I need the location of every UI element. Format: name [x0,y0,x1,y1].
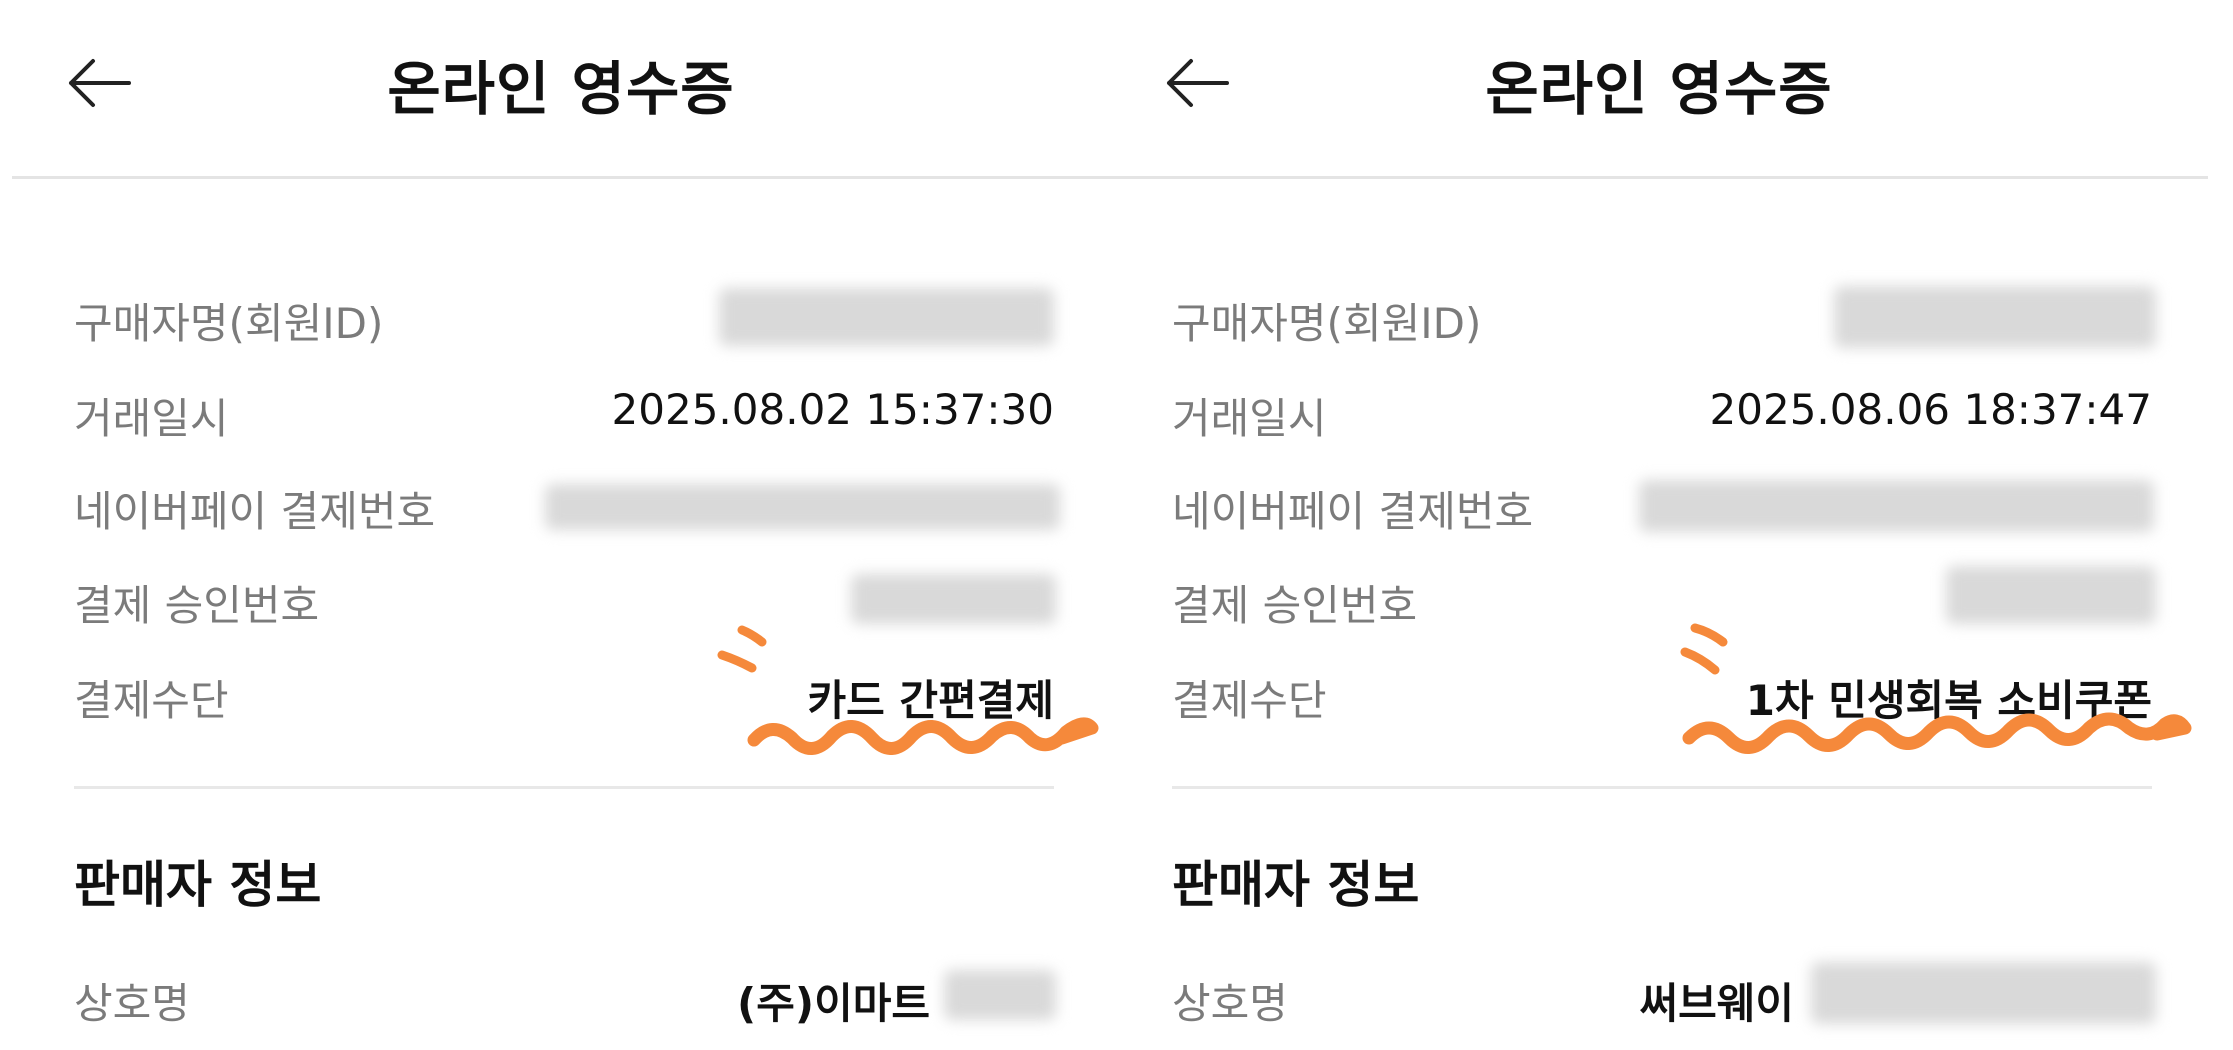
naverpay-label: 네이버페이 결제번호 [1172,487,1534,536]
naverpay-row: 네이버페이 결제번호 [1172,478,2154,538]
method-label: 결제수단 [74,676,229,725]
naverpay-number-redacted [1639,480,2154,532]
naverpay-row: 네이버페이 결제번호 [74,478,1060,538]
buyer-redacted [719,288,1054,346]
buyer-redacted [1834,286,2156,348]
section-divider [74,786,1054,789]
receipt-panel-2: 온라인 영수증 구매자명(회원ID) 거래일시 2025.08.06 18:37… [1110,0,2208,1050]
header-divider [1110,176,2208,179]
approval-label: 결제 승인번호 [1172,581,1418,630]
annotation-squiggle [1680,623,2192,754]
company-redacted [944,970,1056,1020]
approval-number-redacted [851,574,1056,624]
datetime-row: 거래일시 2025.08.06 18:37:47 [1172,385,2152,445]
page-title: 온라인 영수증 [1485,55,1833,123]
datetime-row: 거래일시 2025.08.02 15:37:30 [74,385,1054,445]
company-label: 상호명 [1172,979,1288,1028]
approval-label: 결제 승인번호 [74,581,320,630]
receipt-panel-1: 온라인 영수증 구매자명(회원ID) 거래일시 2025.08.02 15:37… [12,0,1110,1050]
buyer-label: 구매자명(회원ID) [74,299,384,348]
naverpay-number-redacted [545,484,1060,530]
method-label: 결제수단 [1172,676,1327,725]
naverpay-label: 네이버페이 결제번호 [74,487,436,536]
company-redacted [1811,962,2156,1024]
datetime-label: 거래일시 [1172,394,1327,443]
header-divider [12,176,1110,179]
buyer-row: 구매자명(회원ID) [1172,286,2156,350]
datetime-value: 2025.08.02 15:37:30 [611,385,1054,434]
seller-section-title: 판매자 정보 [74,856,322,914]
seller-section-title: 판매자 정보 [1172,856,1420,914]
company-row: 상호명 써브웨이 [1172,962,2156,1030]
company-value: (주)이마트 [737,979,930,1028]
datetime-value: 2025.08.06 18:37:47 [1709,385,2152,434]
section-divider [1172,786,2152,789]
datetime-label: 거래일시 [74,394,229,443]
page-title: 온라인 영수증 [387,55,735,123]
company-label: 상호명 [74,979,190,1028]
header: 온라인 영수증 [1110,0,2208,179]
header: 온라인 영수증 [12,0,1110,179]
buyer-label: 구매자명(회원ID) [1172,299,1482,348]
company-value: 써브웨이 [1639,979,1794,1028]
annotation-squiggle [717,625,1099,755]
buyer-row: 구매자명(회원ID) [74,288,1054,350]
company-row: 상호명 (주)이마트 [74,970,1056,1030]
